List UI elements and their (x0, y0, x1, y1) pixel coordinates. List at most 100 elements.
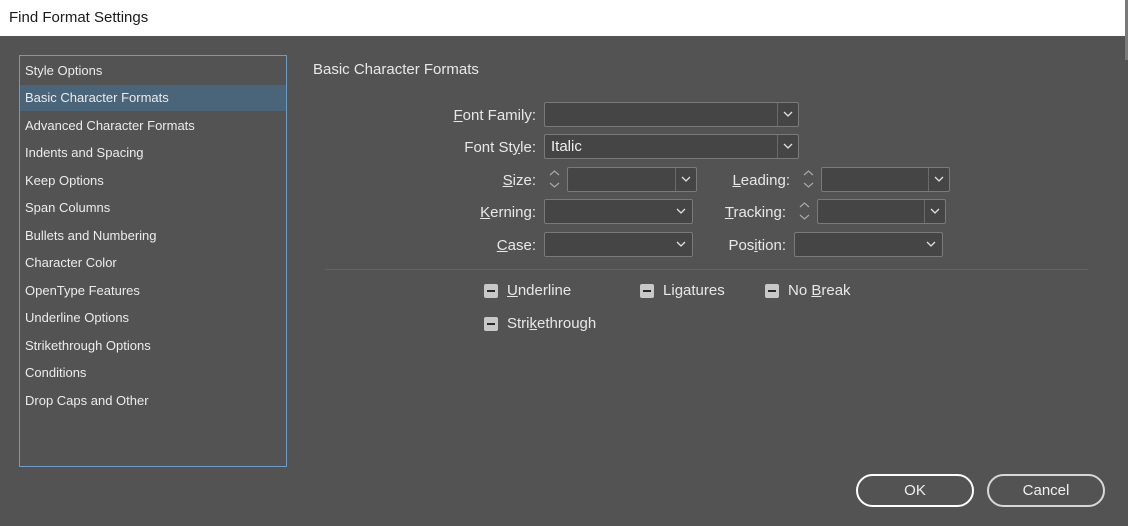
font-style-dropdown-button[interactable] (777, 135, 798, 158)
size-spinner[interactable] (544, 167, 566, 192)
kerning-dropdown-button[interactable] (671, 200, 692, 223)
ok-button[interactable]: OK (856, 474, 974, 507)
leading-spinner[interactable] (798, 167, 820, 192)
leading-label: Leading: (732, 172, 790, 189)
label-text: ont Family: (462, 107, 536, 124)
chevron-down-icon (926, 241, 936, 247)
access-key: C (496, 237, 508, 254)
checkbox-indeterminate-icon[interactable] (484, 283, 498, 298)
spinner-down-icon[interactable] (799, 214, 810, 220)
font-style-dropdown[interactable]: Italic (544, 134, 799, 159)
label-text: racking: (733, 204, 786, 221)
chevron-down-icon (676, 208, 686, 214)
size-dropdown-button[interactable] (675, 168, 696, 191)
category-character-color[interactable]: Character Color (20, 250, 286, 276)
checkbox-dash (487, 289, 495, 292)
category-advanced-character-formats[interactable]: Advanced Character Formats (20, 113, 286, 139)
category-bullets-and-numbering[interactable]: Bullets and Numbering (20, 223, 286, 249)
access-key: B (811, 282, 822, 299)
category-opentype-features[interactable]: OpenType Features (20, 278, 286, 304)
checkbox-indeterminate-icon[interactable] (640, 283, 654, 298)
size-dropdown[interactable] (567, 167, 697, 192)
label-text: ize: (512, 172, 536, 189)
size-label: Size: (503, 172, 536, 189)
separator (325, 269, 1088, 270)
category-conditions[interactable]: Conditions (20, 360, 286, 386)
access-key: K (480, 204, 491, 221)
underline-checkbox[interactable]: Underline (484, 282, 571, 299)
category-strikethrough-options[interactable]: Strikethrough Options (20, 333, 286, 359)
spinner-up-icon[interactable] (799, 202, 810, 208)
position-dropdown[interactable] (794, 232, 943, 257)
label-text: Stri (507, 315, 530, 332)
spinner-down-icon[interactable] (549, 182, 560, 188)
window-title: Find Format Settings (9, 9, 149, 26)
spinner-down-icon[interactable] (803, 182, 814, 188)
leading-dropdown-button[interactable] (928, 168, 949, 191)
underline-label: Underline (507, 282, 571, 299)
font-style-value: Italic (551, 138, 582, 155)
category-style-options[interactable]: Style Options (20, 58, 286, 84)
label-text: nderline (517, 282, 572, 299)
label-text: ase: (507, 237, 536, 254)
category-underline-options[interactable]: Underline Options (20, 305, 286, 331)
chevron-down-icon (934, 176, 944, 182)
category-basic-character-formats[interactable]: Basic Character Formats (20, 85, 286, 111)
category-indents-and-spacing[interactable]: Indents and Spacing (20, 140, 286, 166)
no-break-checkbox[interactable]: No Break (765, 282, 851, 299)
access-key: k (529, 315, 538, 332)
category-span-columns[interactable]: Span Columns (20, 195, 286, 221)
font-family-label: Font Family: (453, 107, 536, 124)
label-text: le: (520, 139, 536, 156)
font-style-label: Font Style: (464, 139, 536, 156)
case-dropdown[interactable] (544, 232, 693, 257)
checkbox-indeterminate-icon[interactable] (484, 316, 498, 331)
label-text: Li (663, 282, 675, 299)
access-key: S (502, 172, 513, 189)
section-title: Basic Character Formats (313, 61, 479, 78)
bottom-edge (0, 522, 1128, 526)
category-list[interactable]: Style Options Basic Character Formats Ad… (19, 55, 287, 467)
access-key: F (453, 107, 463, 124)
access-key: U (507, 282, 518, 299)
font-family-dropdown[interactable] (544, 102, 799, 127)
position-label: Position: (728, 237, 786, 254)
chevron-down-icon (676, 241, 686, 247)
label-text: erning: (490, 204, 536, 221)
label-text: reak (821, 282, 851, 299)
checkbox-indeterminate-icon[interactable] (765, 283, 779, 298)
label-text: atures (683, 282, 725, 299)
tracking-dropdown-button[interactable] (924, 200, 945, 223)
position-dropdown-button[interactable] (921, 233, 942, 256)
cancel-button[interactable]: Cancel (987, 474, 1105, 507)
category-drop-caps-and-other[interactable]: Drop Caps and Other (20, 388, 286, 414)
spinner-up-icon[interactable] (803, 170, 814, 176)
ligatures-label: Ligatures (663, 282, 725, 299)
strikethrough-checkbox[interactable]: Strikethrough (484, 315, 596, 332)
checkbox-dash (487, 322, 495, 325)
chevron-down-icon (930, 208, 940, 214)
label-text: eading: (740, 172, 790, 189)
case-label: Case: (497, 237, 536, 254)
tracking-spinner[interactable] (794, 199, 816, 224)
checkbox-dash (643, 289, 651, 292)
access-key: L (732, 172, 741, 189)
label-text: Font St (464, 139, 513, 156)
font-family-dropdown-button[interactable] (777, 103, 798, 126)
access-key: g (674, 282, 684, 299)
leading-dropdown[interactable] (821, 167, 950, 192)
checkbox-dash (768, 289, 776, 292)
label-text: Pos (728, 237, 755, 254)
chevron-down-icon (681, 176, 691, 182)
chevron-down-icon (783, 143, 793, 149)
category-keep-options[interactable]: Keep Options (20, 168, 286, 194)
case-dropdown-button[interactable] (671, 233, 692, 256)
tracking-dropdown[interactable] (817, 199, 946, 224)
ligatures-checkbox[interactable]: Ligatures (640, 282, 725, 299)
spinner-up-icon[interactable] (549, 170, 560, 176)
label-text: tion: (757, 237, 786, 254)
kerning-dropdown[interactable] (544, 199, 693, 224)
chevron-down-icon (783, 111, 793, 117)
label-text: ethrough (537, 315, 597, 332)
no-break-label: No Break (788, 282, 851, 299)
